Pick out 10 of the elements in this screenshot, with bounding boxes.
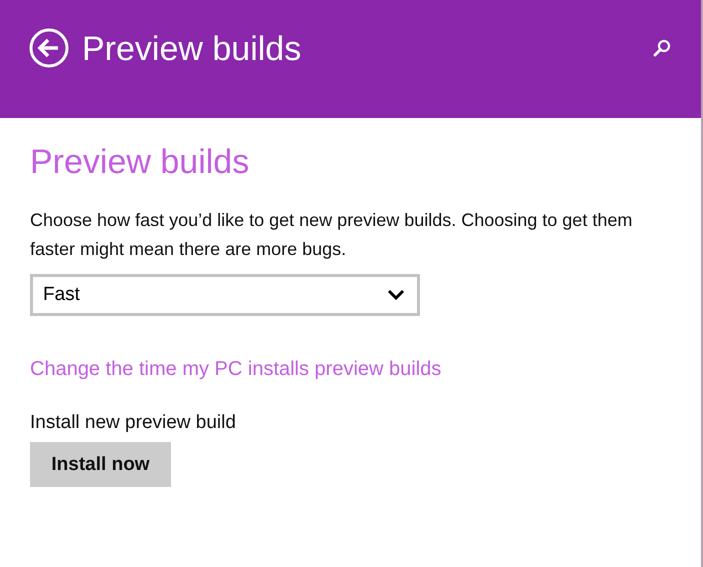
install-now-button[interactable]: Install now [30, 442, 171, 487]
page-title: Preview builds [82, 29, 302, 70]
section-heading: Preview builds [30, 142, 250, 182]
description-text: Choose how fast you’d like to get new preview builds. Choosing to get them faster might mean there are more bugs. [30, 209, 634, 261]
search-icon [652, 38, 672, 58]
chevron-down-icon [387, 289, 405, 301]
back-button[interactable] [29, 28, 69, 68]
install-label: Install new preview build [30, 412, 237, 434]
speed-dropdown[interactable]: Fast [30, 274, 420, 316]
search-button[interactable] [652, 38, 672, 58]
